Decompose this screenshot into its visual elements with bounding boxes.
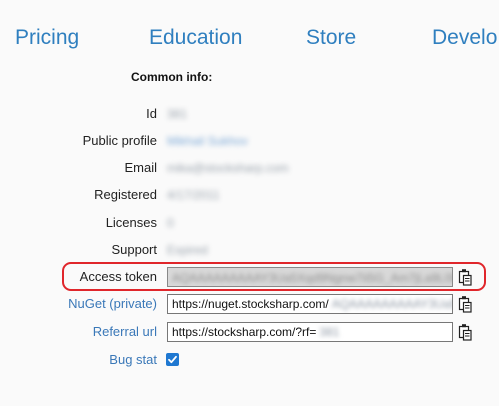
referral-url-secret: 381 (319, 325, 340, 339)
row-bug-stat: Bug stat (0, 350, 499, 370)
nav-pricing[interactable]: Pricing (15, 26, 79, 50)
email-label: Email (124, 160, 157, 175)
public-profile-label: Public profile (82, 133, 157, 148)
bug-stat-link[interactable]: Bug stat (109, 352, 157, 367)
row-registered: Registered 4/17/2011 (0, 185, 499, 205)
support-value: Expired (167, 243, 208, 257)
clipboard-copy-icon[interactable] (458, 268, 472, 286)
registered-value: 4/17/2011 (167, 188, 220, 202)
support-label: Support (111, 242, 157, 257)
email-value: mika@stocksharp.com (167, 161, 289, 175)
access-token-field[interactable]: AQAAAAAAAAAY3Ua5Xqd9Ngnw7ii5G_Am7jLa9L0P… (167, 267, 453, 287)
clipboard-copy-icon[interactable] (458, 323, 472, 341)
nav-store[interactable]: Store (306, 26, 356, 50)
nuget-url-field[interactable]: https://nuget.stocksharp.com/AQAAAAAAAAA… (167, 294, 453, 314)
row-email: Email mika@stocksharp.com (0, 158, 499, 178)
nuget-link[interactable]: NuGet (private) (68, 296, 157, 311)
registered-label: Registered (94, 187, 157, 202)
nuget-url-secret: AQAAAAAAAAAY3Ua5Xqd9 (331, 297, 452, 311)
account-page: Pricing Education Store Develo Common in… (0, 0, 499, 406)
section-title: Common info: (131, 70, 213, 84)
id-value: 381 (167, 107, 188, 121)
referral-url-prefix: https://stocksharp.com/?rf= (172, 325, 317, 339)
id-label: Id (146, 106, 157, 121)
licenses-label: Licenses (105, 215, 157, 230)
access-token-label: Access token (79, 269, 157, 284)
row-public-profile: Public profile Mikhail Sukhov (0, 131, 499, 151)
access-token-value: AQAAAAAAAAAY3Ua5Xqd9Ngnw7ii5G_Am7jLa9L0P… (172, 271, 453, 285)
nav-education[interactable]: Education (149, 26, 242, 50)
row-referral: Referral url https://stocksharp.com/?rf=… (0, 322, 499, 342)
row-access-token: Access token AQAAAAAAAAAY3Ua5Xqd9Ngnw7ii… (0, 267, 499, 287)
nuget-url-prefix: https://nuget.stocksharp.com/ (172, 297, 329, 311)
row-nuget: NuGet (private) https://nuget.stocksharp… (0, 294, 499, 314)
checkmark-icon (168, 355, 177, 364)
row-licenses: Licenses 0 (0, 213, 499, 233)
referral-url-field[interactable]: https://stocksharp.com/?rf= 381 (167, 322, 453, 342)
nav-developers[interactable]: Develo (432, 26, 497, 50)
row-support: Support Expired (0, 240, 499, 260)
top-navigation: Pricing Education Store Develo (0, 26, 499, 54)
referral-url-link[interactable]: Referral url (93, 324, 157, 339)
bug-stat-checkbox[interactable] (166, 353, 179, 366)
licenses-value: 0 (167, 216, 174, 230)
row-id: Id 381 (0, 104, 499, 124)
clipboard-copy-icon[interactable] (458, 295, 472, 313)
public-profile-link[interactable]: Mikhail Sukhov (167, 134, 248, 148)
